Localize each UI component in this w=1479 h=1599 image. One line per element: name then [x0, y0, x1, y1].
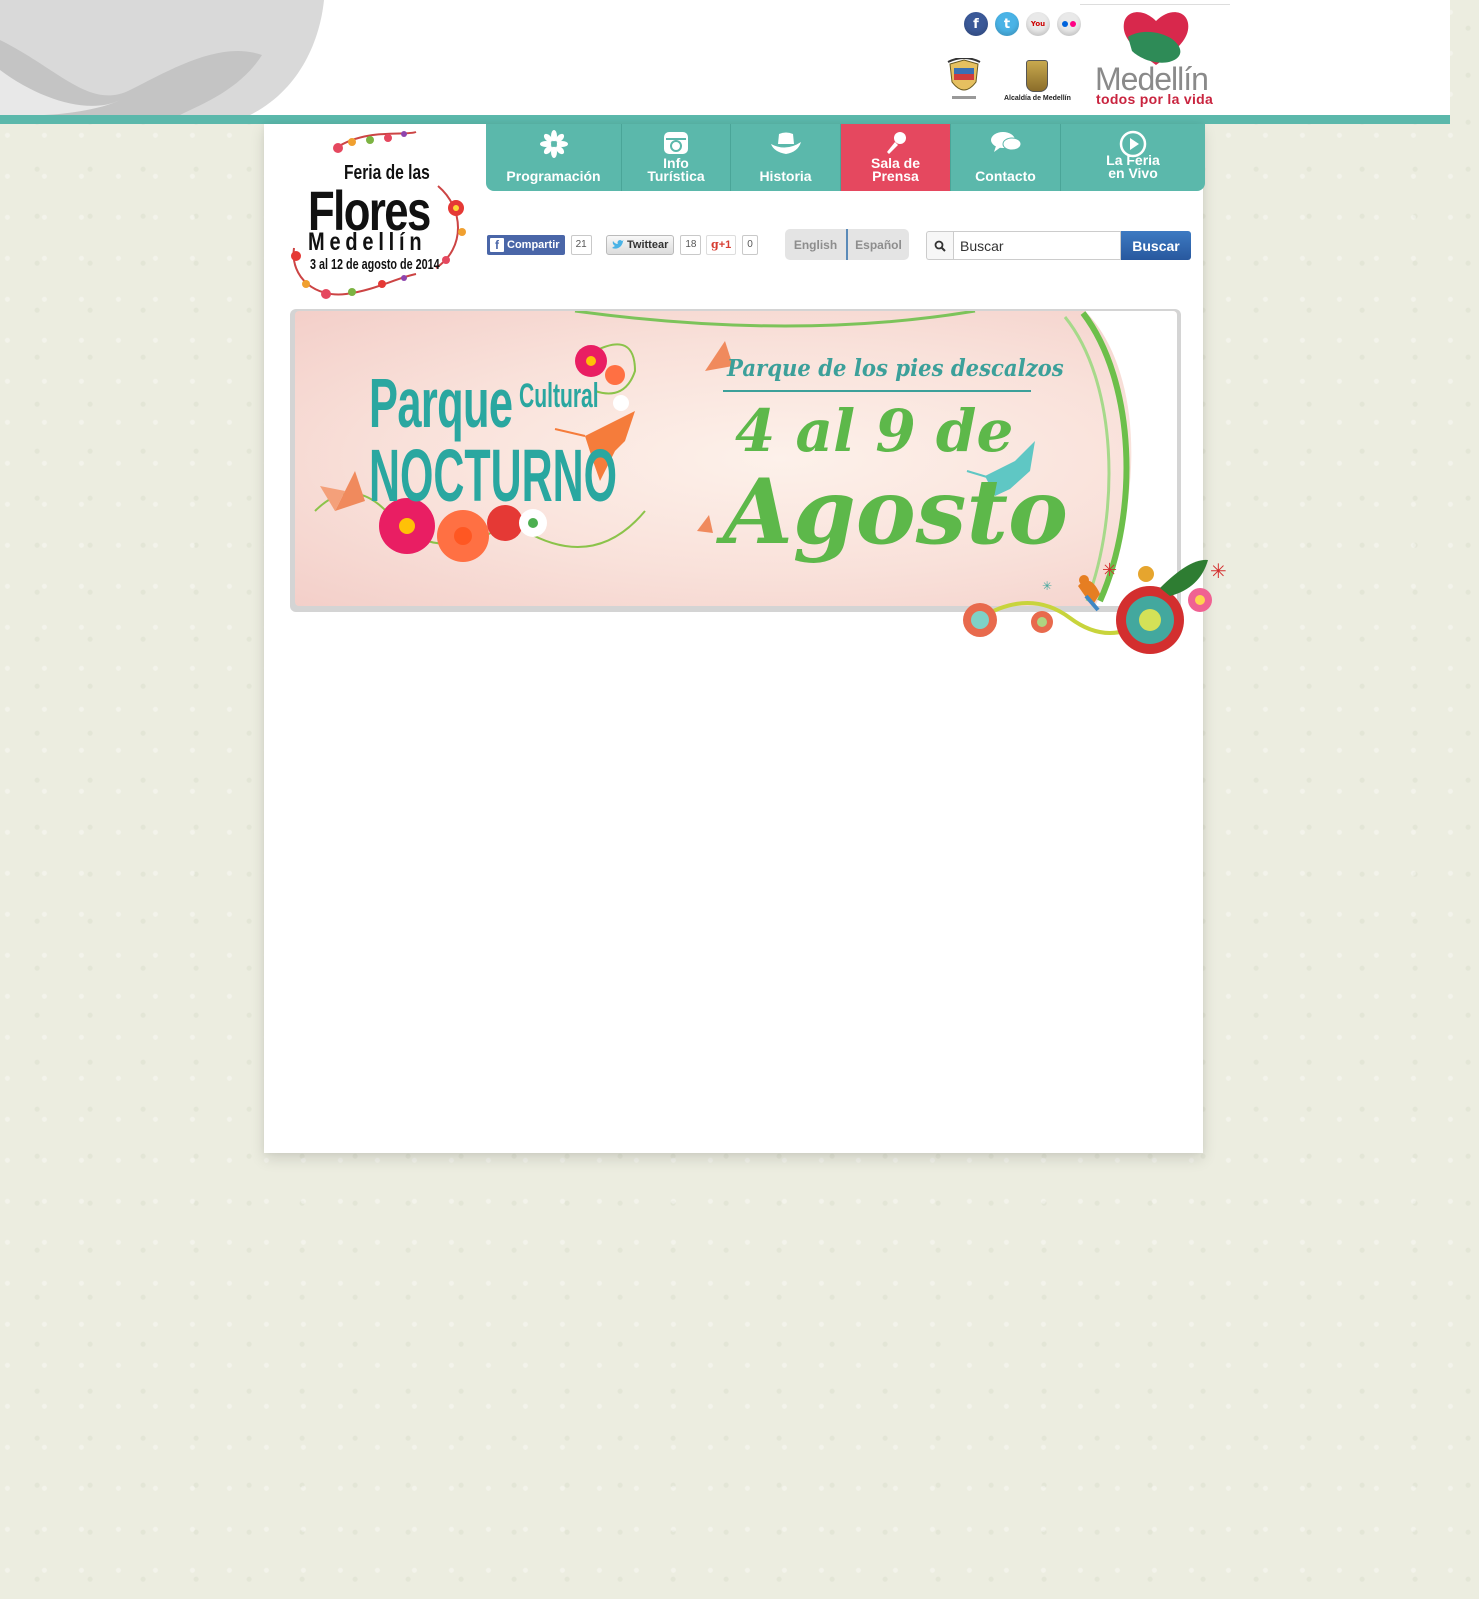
- search-input[interactable]: [953, 231, 1121, 260]
- banner-title-cultural: Cultural: [519, 377, 599, 415]
- government-logos: Alcaldía de Medellín: [946, 58, 1071, 102]
- flickr-icon[interactable]: [1057, 12, 1081, 36]
- hat-icon: [770, 132, 801, 154]
- wave-decoration-graphic: [0, 0, 324, 115]
- nav-item-contacto[interactable]: Contacto: [951, 124, 1061, 191]
- facebook-share-widget: f Compartir 21: [487, 235, 592, 255]
- play-icon: [1119, 130, 1147, 158]
- twitter-bird-icon: [612, 240, 624, 249]
- twitter-icon[interactable]: t: [995, 12, 1019, 36]
- search-bar: Buscar: [926, 231, 1193, 260]
- medellin-tagline: todos por la vida: [1096, 91, 1214, 107]
- gplus-button[interactable]: g+1: [706, 235, 737, 255]
- colombia-coat-of-arms-icon: [947, 58, 981, 99]
- banner-title-parque: Parque: [369, 364, 513, 442]
- svg-text:✳: ✳: [1042, 579, 1052, 593]
- top-header-band: [0, 0, 1450, 115]
- main-navigation: Programación Info Turística Historia Sal…: [486, 124, 1205, 191]
- social-links: f t You: [964, 12, 1081, 36]
- heart-icon: [1123, 12, 1189, 65]
- twitter-share-count: 18: [680, 235, 702, 255]
- fair-logo-line3: Medellín: [308, 228, 427, 256]
- alcaldia-label: Alcaldía de Medellín: [1004, 95, 1071, 102]
- flower-icon: [539, 130, 568, 158]
- banner-place: Parque de los pies descalzos: [727, 355, 1064, 382]
- svg-text:✳: ✳: [1210, 559, 1227, 583]
- chat-icon: [990, 132, 1021, 152]
- fair-logo-dates: 3 al 12 de agosto de 2014: [310, 256, 440, 273]
- language-switcher: English Español: [785, 229, 909, 260]
- banner-title-nocturno: NOCTURNO: [369, 434, 617, 517]
- facebook-icon[interactable]: f: [964, 12, 988, 36]
- facebook-share-count: 21: [570, 235, 592, 255]
- medellin-logo[interactable]: Medellín todos por la vida: [1080, 4, 1230, 109]
- nav-item-programacion[interactable]: Programación: [486, 124, 622, 191]
- nav-item-info-turistica[interactable]: Info Turística: [622, 124, 731, 191]
- gplus-count: 0: [742, 235, 758, 255]
- nav-label: Contacto: [975, 168, 1036, 184]
- language-spanish-button[interactable]: Español: [848, 229, 909, 260]
- facebook-icon: f: [490, 238, 504, 252]
- twitter-share-widget: Twittear 18: [606, 235, 702, 255]
- nav-label: Programación: [506, 168, 601, 184]
- facebook-share-button[interactable]: f Compartir: [487, 235, 565, 255]
- microphone-icon: [886, 132, 906, 154]
- facebook-share-label: Compartir: [507, 239, 560, 251]
- svg-text:✳: ✳: [1102, 560, 1117, 581]
- nav-item-la-feria-en-vivo[interactable]: La Feria en Vivo: [1061, 124, 1205, 191]
- twitter-share-label: Twittear: [627, 239, 669, 251]
- nav-label: Info Turística: [647, 155, 705, 184]
- youtube-icon[interactable]: You: [1026, 12, 1050, 36]
- nav-label: Sala de Prensa: [870, 155, 921, 184]
- language-english-button[interactable]: English: [785, 229, 848, 260]
- fair-logo[interactable]: Feria de las Flores Medellín 3 al 12 de …: [286, 128, 472, 300]
- teal-header-stripe: [0, 115, 1450, 124]
- nav-item-sala-de-prensa[interactable]: Sala de Prensa: [841, 124, 951, 191]
- gplus-label: +1: [718, 239, 732, 251]
- gplus-icon: g: [711, 238, 719, 251]
- camera-icon: [664, 132, 688, 154]
- nav-item-historia[interactable]: Historia: [731, 124, 841, 191]
- gplus-share-widget: g+1 0: [706, 235, 758, 255]
- corner-flower-decoration: ✳ ✳ ✳: [963, 559, 1227, 654]
- alcaldia-logo: Alcaldía de Medellín: [1004, 60, 1071, 102]
- nav-label: Historia: [759, 168, 812, 184]
- banner-dates: 4 al 9 de: [735, 397, 1014, 465]
- search-icon: [926, 231, 953, 260]
- banner-divider: [723, 390, 1031, 392]
- alcaldia-seal-icon: [1026, 60, 1049, 92]
- twitter-share-button[interactable]: Twittear: [606, 235, 675, 255]
- search-button[interactable]: Buscar: [1121, 231, 1191, 260]
